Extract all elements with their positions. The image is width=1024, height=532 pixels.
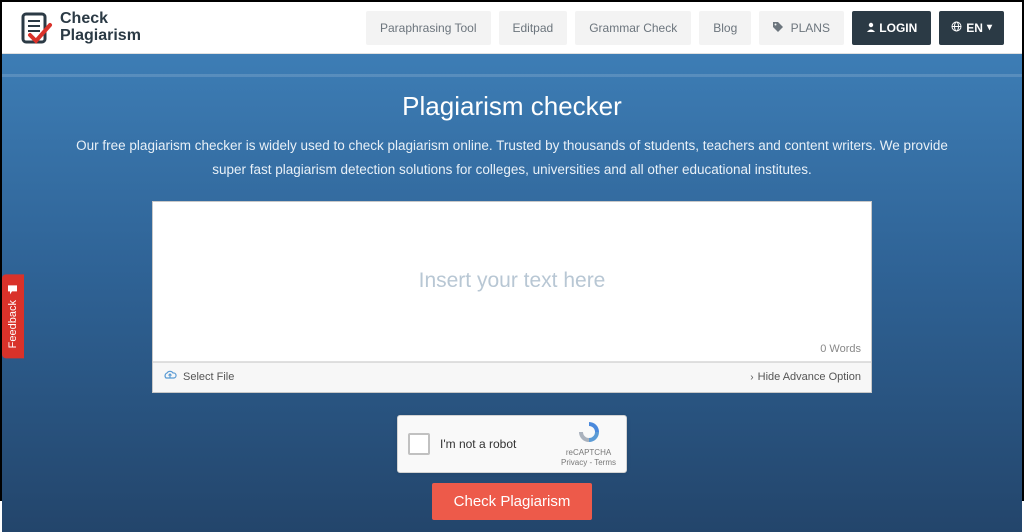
logo[interactable]: Check Plagiarism — [20, 11, 141, 45]
nav: Paraphrasing Tool Editpad Grammar Check … — [366, 11, 1004, 45]
login-button[interactable]: LOGIN — [852, 11, 931, 45]
nav-editpad[interactable]: Editpad — [499, 11, 568, 45]
hero: Plagiarism checker Our free plagiarism c… — [2, 54, 1022, 532]
nav-paraphrasing[interactable]: Paraphrasing Tool — [366, 11, 491, 45]
header: Check Plagiarism Paraphrasing Tool Editp… — [2, 2, 1022, 54]
logo-text: Check Plagiarism — [60, 11, 141, 45]
word-count: 0 Words — [820, 343, 861, 355]
cloud-upload-icon — [163, 370, 177, 384]
nav-blog[interactable]: Blog — [699, 11, 751, 45]
recaptcha-badge: reCAPTCHA Privacy - Terms — [561, 420, 616, 468]
chevron-down-icon: ▾ — [987, 22, 992, 33]
hide-advance-label: Hide Advance Option — [758, 371, 861, 383]
feedback-label: Feedback — [7, 300, 19, 348]
hide-advance-button[interactable]: › Hide Advance Option — [750, 371, 861, 383]
divider — [2, 74, 1022, 77]
check-plagiarism-button[interactable]: Check Plagiarism — [432, 483, 593, 520]
nav-plans[interactable]: PLANS — [759, 11, 844, 45]
select-file-label: Select File — [183, 371, 234, 383]
chevron-right-icon: › — [750, 372, 753, 383]
recaptcha-label: I'm not a robot — [440, 437, 561, 451]
recaptcha: I'm not a robot reCAPTCHA Privacy - Term… — [397, 415, 627, 473]
placeholder-text: Insert your text here — [419, 269, 606, 293]
page-subtitle: Our free plagiarism checker is widely us… — [42, 134, 982, 183]
page-title: Plagiarism checker — [2, 91, 1022, 122]
user-icon — [866, 21, 879, 35]
nav-grammar[interactable]: Grammar Check — [575, 11, 691, 45]
select-file-button[interactable]: Select File — [163, 370, 234, 384]
recaptcha-icon — [576, 420, 602, 447]
recaptcha-checkbox[interactable] — [408, 433, 430, 455]
feedback-tab[interactable]: Feedback — [2, 274, 24, 358]
document-check-logo-icon — [20, 11, 54, 45]
editor-toolbar: Select File › Hide Advance Option — [153, 362, 871, 392]
text-input[interactable]: Insert your text here 0 Words — [153, 202, 871, 362]
editor: Insert your text here 0 Words Select Fil… — [152, 201, 872, 393]
globe-icon — [951, 21, 962, 35]
tag-icon — [773, 21, 786, 35]
language-selector[interactable]: EN ▾ — [939, 11, 1004, 45]
chat-icon — [7, 284, 19, 295]
